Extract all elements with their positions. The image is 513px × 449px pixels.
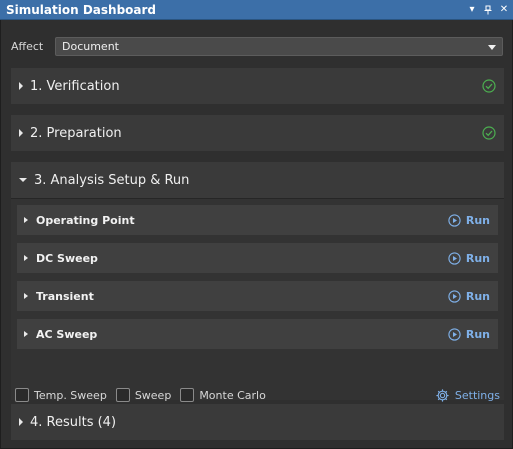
run-label: Run (465, 327, 490, 341)
section-title: 3. Analysis Setup & Run (34, 172, 190, 188)
expand-arrow-icon (24, 217, 28, 223)
section-title: 4. Results (4) (30, 414, 117, 430)
analysis-row-dc-sweep[interactable]: DC Sweep Run (17, 243, 498, 273)
dashboard-panel: Affect Document 1. Verification 2. Prepa… (0, 20, 513, 449)
pin-icon[interactable] (481, 3, 495, 17)
analysis-title: Operating Point (36, 213, 135, 227)
section-preparation[interactable]: 2. Preparation (11, 115, 504, 151)
affect-label: Affect (11, 39, 44, 53)
run-label: Run (465, 213, 490, 227)
affect-value: Document (62, 39, 119, 53)
checkbox-label: Sweep (134, 388, 172, 402)
collapse-arrow-icon (19, 178, 27, 182)
settings-button[interactable]: Settings (435, 388, 500, 403)
run-button[interactable]: Run (448, 328, 490, 341)
setup-body: Operating Point Run DC Sweep Run Transie… (11, 198, 504, 402)
section-results[interactable]: 4. Results (4) (11, 404, 504, 440)
affect-row: Affect Document (11, 36, 504, 56)
run-button[interactable]: Run (448, 290, 490, 303)
section-setup[interactable]: 3. Analysis Setup & Run (11, 162, 504, 198)
dropdown-icon[interactable]: ▾ (465, 3, 479, 17)
run-button[interactable]: Run (448, 252, 490, 265)
expand-arrow-icon (19, 418, 23, 426)
monte-carlo-checkbox[interactable]: Monte Carlo (180, 388, 266, 402)
play-circle-icon (448, 327, 461, 341)
checkbox-box[interactable] (15, 388, 29, 402)
play-circle-icon (448, 289, 461, 303)
sweep-checkbox[interactable]: Sweep (115, 388, 172, 402)
section-title: 2. Preparation (30, 125, 122, 141)
title-bar: Simulation Dashboard ▾ ✕ (0, 0, 513, 20)
gear-icon (436, 388, 449, 402)
expand-arrow-icon (19, 82, 23, 90)
play-circle-icon (448, 251, 461, 265)
section-verification[interactable]: 1. Verification (11, 68, 504, 104)
chevron-down-icon (488, 44, 496, 50)
checkbox-label: Monte Carlo (199, 388, 266, 402)
checkbox-box[interactable] (180, 388, 195, 402)
analysis-title: DC Sweep (36, 251, 98, 265)
run-label: Run (465, 289, 490, 303)
expand-arrow-icon (24, 331, 28, 337)
expand-arrow-icon (24, 255, 28, 261)
checkbox-label: Temp. Sweep (34, 388, 107, 402)
window-title: Simulation Dashboard (6, 2, 157, 17)
analysis-row-transient[interactable]: Transient Run (17, 281, 498, 311)
analysis-row-operating-point[interactable]: Operating Point Run (17, 205, 498, 235)
expand-arrow-icon (19, 129, 23, 137)
analysis-title: AC Sweep (36, 327, 98, 341)
section-title: 1. Verification (30, 78, 120, 94)
checkbox-box[interactable] (115, 388, 130, 402)
analysis-title: Transient (36, 289, 94, 303)
run-label: Run (465, 251, 490, 265)
close-icon[interactable]: ✕ (497, 3, 511, 17)
expand-arrow-icon (24, 293, 28, 299)
check-circle-icon (482, 126, 496, 140)
analysis-row-ac-sweep[interactable]: AC Sweep Run (17, 319, 498, 349)
settings-label: Settings (454, 388, 500, 402)
check-circle-icon (482, 79, 496, 93)
options-row: Temp. Sweep Sweep Monte Carlo Settings (15, 385, 500, 405)
affect-select[interactable]: Document (55, 36, 503, 56)
run-button[interactable]: Run (448, 214, 490, 227)
play-circle-icon (448, 213, 461, 227)
temp-sweep-checkbox[interactable]: Temp. Sweep (15, 388, 107, 402)
